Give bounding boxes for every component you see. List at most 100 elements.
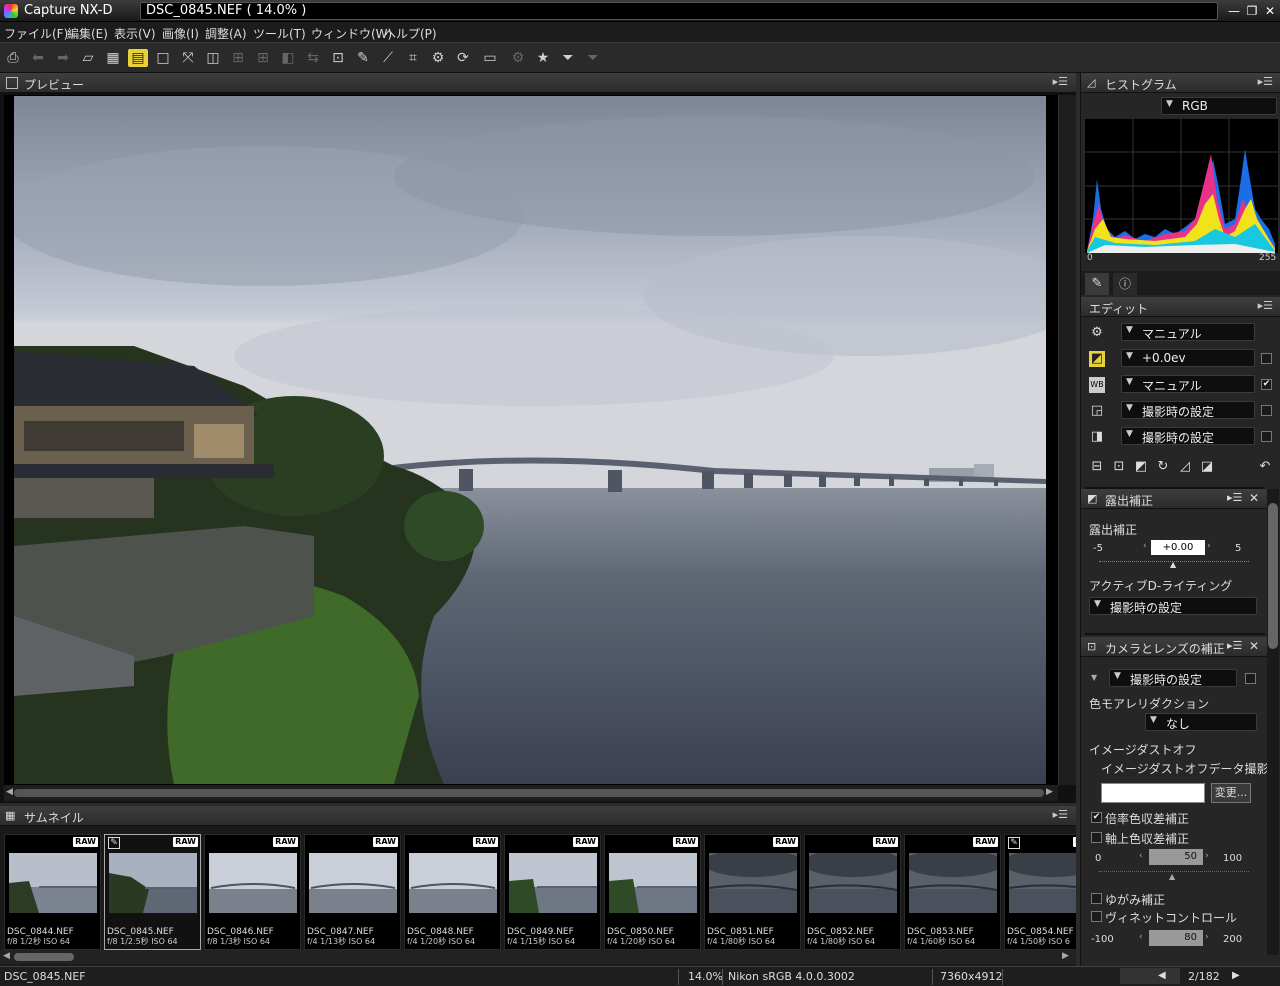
distortion-checkbox[interactable] [1091, 893, 1102, 904]
preview-vertical-scrollbar[interactable] [1058, 95, 1076, 785]
forward-icon[interactable]: ➡ [53, 49, 73, 67]
menu-adjust[interactable]: 調整(A) [205, 25, 247, 42]
scroll-left-icon[interactable]: ◀ [6, 787, 13, 797]
info-tab-icon[interactable]: ⓘ [1113, 273, 1137, 295]
grid-view-icon[interactable]: ▦ [103, 49, 123, 67]
filter-off-icon[interactable]: ⏷ [583, 49, 603, 67]
curve-icon[interactable]: ◪ [1199, 459, 1215, 475]
camera-lens-close-icon[interactable]: ✕ [1249, 639, 1259, 653]
vignette-decrease-icon[interactable]: ‹ [1139, 932, 1143, 942]
menu-edit[interactable]: 編集(E) [67, 25, 108, 42]
rotate-icon[interactable]: ↻ [1155, 459, 1171, 475]
exposure-slider-handle[interactable]: ▲ [1170, 560, 1176, 569]
monitor-icon[interactable]: ▭ [480, 49, 500, 67]
open-folder-icon[interactable]: ▱ [78, 49, 98, 67]
thumbnail-item[interactable]: ✎ RAW DSC_0845.NEF f/8 1/2.5秒 ISO 64 [104, 834, 201, 950]
filmstrip-view-icon[interactable]: ▤ [128, 49, 148, 67]
camera-lens-setting-select[interactable]: ▼ 撮影時の設定 [1109, 669, 1237, 687]
levels-icon[interactable]: ◩ [1133, 459, 1149, 475]
thumbnail-item[interactable]: RAW DSC_0847.NEF f/4 1/13秒 ISO 64 [304, 834, 401, 950]
edit-enable-checkbox[interactable] [1261, 431, 1272, 442]
settings-icon[interactable]: ⚙ [508, 49, 528, 67]
menu-help[interactable]: ヘルプ(P) [384, 25, 437, 42]
menu-tools[interactable]: ツール(T) [253, 25, 306, 42]
exposure-value-input[interactable]: +0.00 [1151, 540, 1205, 555]
restore-icon[interactable]: ❐ [1244, 3, 1260, 19]
exposure-menu-icon[interactable]: ▸☰ [1227, 491, 1242, 504]
edit-setting-select[interactable]: ▼ 撮影時の設定 [1121, 427, 1255, 445]
single-view-icon[interactable]: □ [153, 49, 173, 67]
inspector-scroll-thumb[interactable] [1268, 503, 1278, 649]
next-image-icon[interactable]: ▶ [1232, 970, 1240, 981]
compare-grid-icon[interactable]: ⊞ [253, 49, 273, 67]
compare-four-icon[interactable]: ⊞ [228, 49, 248, 67]
print-icon[interactable]: ⎙ [3, 49, 23, 67]
edit-enable-checkbox[interactable]: ✔ [1261, 379, 1272, 390]
collapse-triangle-icon[interactable]: ▼ [1091, 673, 1097, 682]
menu-view[interactable]: 表示(V) [114, 25, 156, 42]
camera-lens-menu-icon[interactable]: ▸☰ [1227, 639, 1242, 652]
compare-two-icon[interactable]: ◫ [203, 49, 223, 67]
axial-increase-icon[interactable]: › [1205, 851, 1209, 861]
preview-image[interactable] [14, 96, 1046, 784]
thumbnail-item[interactable]: RAW DSC_0849.NEF f/4 1/15秒 ISO 64 [504, 834, 601, 950]
exposure-increase-icon[interactable]: › [1207, 541, 1211, 551]
histogram-channel-select[interactable]: ▼ RGB [1161, 97, 1277, 115]
vignette-checkbox[interactable] [1091, 911, 1102, 922]
edit-tab-icon[interactable]: ✎ [1085, 273, 1109, 295]
vignette-increase-icon[interactable]: › [1205, 932, 1209, 942]
thumb-scroll-left-icon[interactable]: ◀ [3, 951, 10, 961]
thumbnail-item[interactable]: RAW DSC_0850.NEF f/4 1/20秒 ISO 64 [604, 834, 701, 950]
scroll-right-icon[interactable]: ▶ [1046, 787, 1053, 797]
panel-menu-icon[interactable]: ▸☰ [1053, 75, 1068, 88]
vignette-value-input[interactable]: 80 [1149, 930, 1203, 946]
lch-icon[interactable]: ◿ [1177, 459, 1193, 475]
thumbnail-item[interactable]: RAW DSC_0846.NEF f/8 1/3秒 ISO 64 [204, 834, 301, 950]
axial-ca-checkbox[interactable] [1091, 832, 1102, 843]
fullscreen-icon[interactable]: ⤧ [178, 49, 198, 67]
exposure-decrease-icon[interactable]: ‹ [1143, 541, 1147, 551]
edit-setting-select[interactable]: ▼ 撮影時の設定 [1121, 401, 1255, 419]
noise-reduction-icon[interactable]: ⊟ [1089, 459, 1105, 475]
thumbnail-item[interactable]: RAW DSC_0852.NEF f/4 1/80秒 ISO 64 [804, 834, 901, 950]
focus-point-icon[interactable]: ⊡ [328, 49, 348, 67]
straighten-icon[interactable]: ⟋ [378, 49, 398, 67]
eyedropper-icon[interactable]: ✎ [353, 49, 373, 67]
moire-select[interactable]: ▼ なし [1145, 713, 1257, 731]
dust-off-path-field[interactable] [1101, 783, 1205, 803]
crop-tool-icon[interactable]: ⊡ [1111, 459, 1127, 475]
edit-menu-icon[interactable]: ▸☰ [1258, 299, 1273, 312]
batch-process-icon[interactable]: ⚙ [428, 49, 448, 67]
close-icon[interactable]: ✕ [1262, 3, 1278, 19]
menu-image[interactable]: 画像(I) [162, 25, 199, 42]
axial-value-input[interactable]: 50 [1149, 849, 1203, 865]
adl-select[interactable]: ▼ 撮影時の設定 [1089, 597, 1257, 615]
filter-icon[interactable]: ⏷ [558, 49, 578, 67]
axial-slider-handle[interactable]: ▲ [1169, 872, 1175, 881]
thumbnail-item[interactable]: RAW DSC_0851.NEF f/4 1/80秒 ISO 64 [704, 834, 801, 950]
edit-enable-checkbox[interactable] [1261, 405, 1272, 416]
before-after-icon[interactable]: ◧ [278, 49, 298, 67]
menu-window[interactable]: ウィンドウ(W) [311, 25, 392, 42]
thumbnail-item[interactable]: ✎RAWDSC_0854.NEFf/4 1/50秒 ISO 6 [1004, 834, 1076, 950]
crop-icon[interactable]: ⌗ [403, 49, 423, 67]
thumbnail-item[interactable]: RAW DSC_0844.NEF f/8 1/2秒 ISO 64 [4, 834, 101, 950]
edit-setting-select[interactable]: ▼ マニュアル [1121, 323, 1255, 341]
prev-image-icon[interactable]: ◀ [1158, 970, 1166, 981]
thumbnail-item[interactable]: RAW DSC_0853.NEF f/4 1/60秒 ISO 64 [904, 834, 1001, 950]
sync-icon[interactable]: ⇆ [303, 49, 323, 67]
histogram-menu-icon[interactable]: ▸☰ [1258, 75, 1273, 88]
thumbnail-scroll-thumb[interactable] [14, 953, 74, 961]
thumb-scroll-right-icon[interactable]: ▶ [1062, 951, 1069, 961]
camera-lens-enable-checkbox[interactable] [1245, 673, 1256, 684]
thumbnail-item[interactable]: RAW DSC_0848.NEF f/4 1/20秒 ISO 64 [404, 834, 501, 950]
edit-setting-select[interactable]: ▼ マニュアル [1121, 375, 1255, 393]
change-button[interactable]: 変更... [1211, 783, 1251, 803]
edit-setting-select[interactable]: ▼ +0.0ev [1121, 349, 1255, 367]
undo-icon[interactable]: ↶ [1257, 459, 1273, 475]
convert-icon[interactable]: ⟳ [453, 49, 473, 67]
lateral-ca-checkbox[interactable]: ✔ [1091, 812, 1102, 823]
preview-scroll-thumb[interactable] [14, 789, 1044, 797]
axial-decrease-icon[interactable]: ‹ [1139, 851, 1143, 861]
menu-file[interactable]: ファイル(F) [4, 25, 68, 42]
